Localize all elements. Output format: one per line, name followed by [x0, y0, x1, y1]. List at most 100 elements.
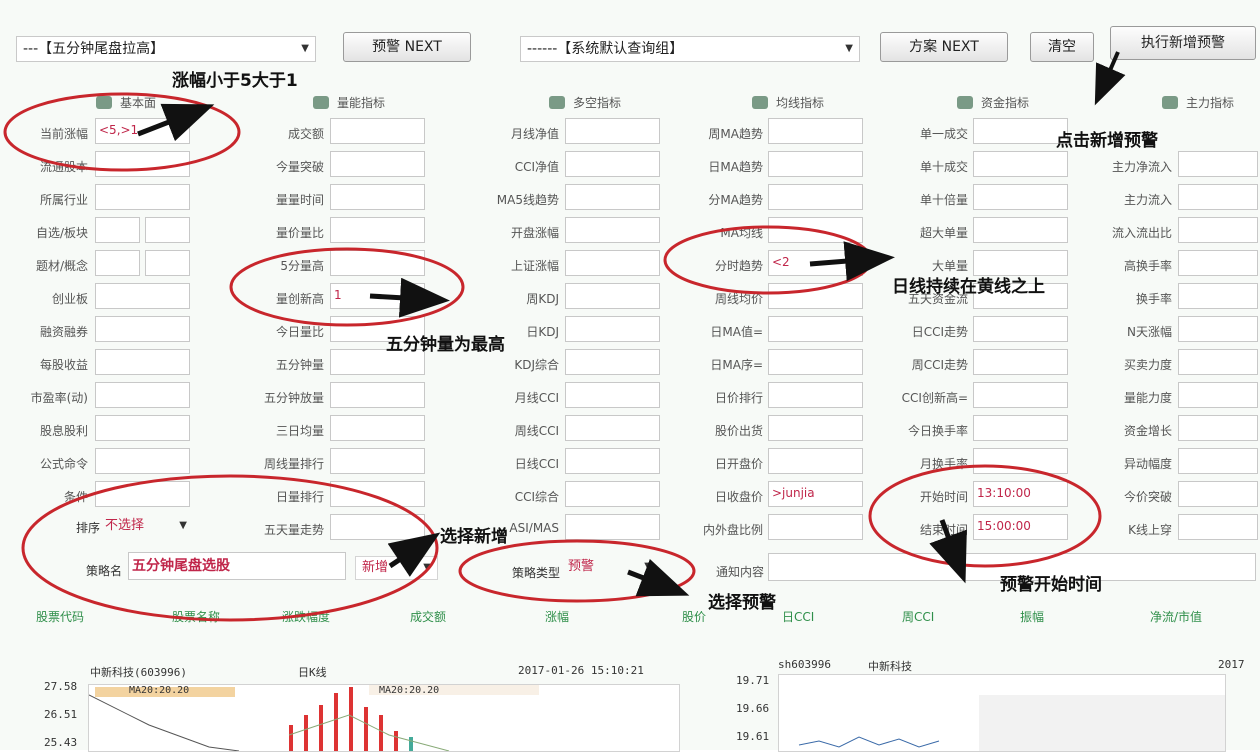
input-theme-a[interactable] [95, 250, 140, 276]
input-c6-7[interactable] [1178, 382, 1258, 408]
label-c2-11: 日量排行 [275, 490, 324, 504]
input-formula[interactable] [95, 448, 190, 474]
input-c5-8[interactable] [973, 382, 1068, 408]
input-watchlist-a[interactable] [95, 217, 140, 243]
plan-next-button[interactable]: 方案 NEXT [880, 32, 1008, 62]
query-group-select[interactable]: ------【系统默认查询组】 ▼ [520, 36, 860, 62]
tab-daily-cci[interactable]: 日CCI [782, 608, 814, 625]
tab-amplitude[interactable]: 振幅 [1020, 608, 1044, 625]
input-c6-0[interactable] [1178, 151, 1258, 177]
input-intraday-trend[interactable]: <2 [768, 250, 863, 276]
input-c6-6[interactable] [1178, 349, 1258, 375]
input-margin[interactable] [95, 316, 190, 342]
input-c2-4[interactable] [330, 250, 425, 276]
input-c4-2[interactable] [768, 184, 863, 210]
tab-stock-name[interactable]: 股票名称 [172, 608, 220, 625]
input-c4-5[interactable] [768, 283, 863, 309]
input-industry[interactable] [95, 184, 190, 210]
label-eps: 每股收益 [39, 358, 88, 372]
tab-weekly-cci[interactable]: 周CCI [902, 608, 934, 625]
input-c4-7[interactable] [768, 349, 863, 375]
clear-button[interactable]: 清空 [1030, 32, 1094, 62]
input-c2-11[interactable] [330, 481, 425, 507]
tab-increase[interactable]: 涨幅 [545, 608, 569, 625]
input-c6-10[interactable] [1178, 481, 1258, 507]
add-mode-select[interactable]: 新增 ▼ [355, 556, 438, 580]
tab-turnover[interactable]: 成交额 [410, 608, 446, 625]
input-c2-10[interactable] [330, 448, 425, 474]
input-c2-1[interactable] [330, 151, 425, 177]
input-c3-4[interactable] [565, 250, 660, 276]
input-pe[interactable] [95, 382, 190, 408]
input-c3-10[interactable] [565, 448, 660, 474]
prev-next-button[interactable]: 预警 NEXT [343, 32, 471, 62]
input-condition[interactable] [95, 481, 190, 507]
input-c3-1[interactable] [565, 151, 660, 177]
input-c2-12[interactable] [330, 514, 425, 540]
input-c5-2[interactable] [973, 184, 1068, 210]
tab-price[interactable]: 股价 [682, 608, 706, 625]
input-c5-10[interactable] [973, 448, 1068, 474]
label-formula: 公式命令 [39, 457, 88, 471]
input-c4-9[interactable] [768, 415, 863, 441]
execute-new-alert-button[interactable]: 执行新增预警 [1110, 26, 1256, 60]
input-float-shares[interactable] [95, 151, 190, 177]
input-c3-6[interactable] [565, 316, 660, 342]
input-c6-4[interactable] [1178, 283, 1258, 309]
input-c3-7[interactable] [565, 349, 660, 375]
input-c2-8[interactable] [330, 382, 425, 408]
input-c4-10[interactable] [768, 448, 863, 474]
input-end-time[interactable]: 15:00:00 [973, 514, 1068, 540]
input-c3-5[interactable] [565, 283, 660, 309]
input-dividend[interactable] [95, 415, 190, 441]
input-c3-8[interactable] [565, 382, 660, 408]
strategy-select[interactable]: ---【五分钟尾盘拉高】 ▼ [16, 36, 316, 62]
tab-stock-code[interactable]: 股票代码 [36, 608, 84, 625]
input-watchlist-b[interactable] [145, 217, 190, 243]
tab-netflow-cap[interactable]: 净流/市值 [1150, 608, 1202, 625]
input-c4-12[interactable] [768, 514, 863, 540]
input-c5-3[interactable] [973, 217, 1068, 243]
input-c2-0[interactable] [330, 118, 425, 144]
input-current-increase[interactable]: <5,>1 [95, 118, 190, 144]
input-c5-1[interactable] [973, 151, 1068, 177]
input-gem[interactable] [95, 283, 190, 309]
strategy-name-input[interactable]: 五分钟尾盘选股 [128, 552, 346, 580]
input-c5-0[interactable] [973, 118, 1068, 144]
input-theme-b[interactable] [145, 250, 190, 276]
label-c2-4: 5分量高 [280, 259, 324, 273]
candle [409, 737, 413, 751]
input-c3-12[interactable] [565, 514, 660, 540]
input-c4-3[interactable] [768, 217, 863, 243]
input-c5-6[interactable] [973, 316, 1068, 342]
tab-change[interactable]: 涨跌幅度 [282, 608, 330, 625]
input-volume-new-high[interactable]: 1 [330, 283, 425, 309]
input-c6-5[interactable] [1178, 316, 1258, 342]
input-c6-11[interactable] [1178, 514, 1258, 540]
input-c6-2[interactable] [1178, 217, 1258, 243]
input-c4-6[interactable] [768, 316, 863, 342]
input-c6-8[interactable] [1178, 415, 1258, 441]
input-start-time[interactable]: 13:10:00 [973, 481, 1068, 507]
input-c3-9[interactable] [565, 415, 660, 441]
input-c6-3[interactable] [1178, 250, 1258, 276]
input-c2-9[interactable] [330, 415, 425, 441]
input-c3-2[interactable] [565, 184, 660, 210]
input-c3-11[interactable] [565, 481, 660, 507]
input-c5-7[interactable] [973, 349, 1068, 375]
input-c3-0[interactable] [565, 118, 660, 144]
input-c2-3[interactable] [330, 217, 425, 243]
sort-select[interactable]: 不选择 ▼ [105, 515, 195, 537]
input-c6-9[interactable] [1178, 448, 1258, 474]
input-c5-9[interactable] [973, 415, 1068, 441]
strategy-type-select[interactable]: 预警 ▼ [568, 556, 658, 578]
input-eps[interactable] [95, 349, 190, 375]
input-c2-2[interactable] [330, 184, 425, 210]
input-c3-3[interactable] [565, 217, 660, 243]
input-c4-8[interactable] [768, 382, 863, 408]
input-c4-0[interactable] [768, 118, 863, 144]
folder-icon [313, 96, 329, 109]
input-c6-1[interactable] [1178, 184, 1258, 210]
input-c4-1[interactable] [768, 151, 863, 177]
input-close-price[interactable]: >junjia [768, 481, 863, 507]
